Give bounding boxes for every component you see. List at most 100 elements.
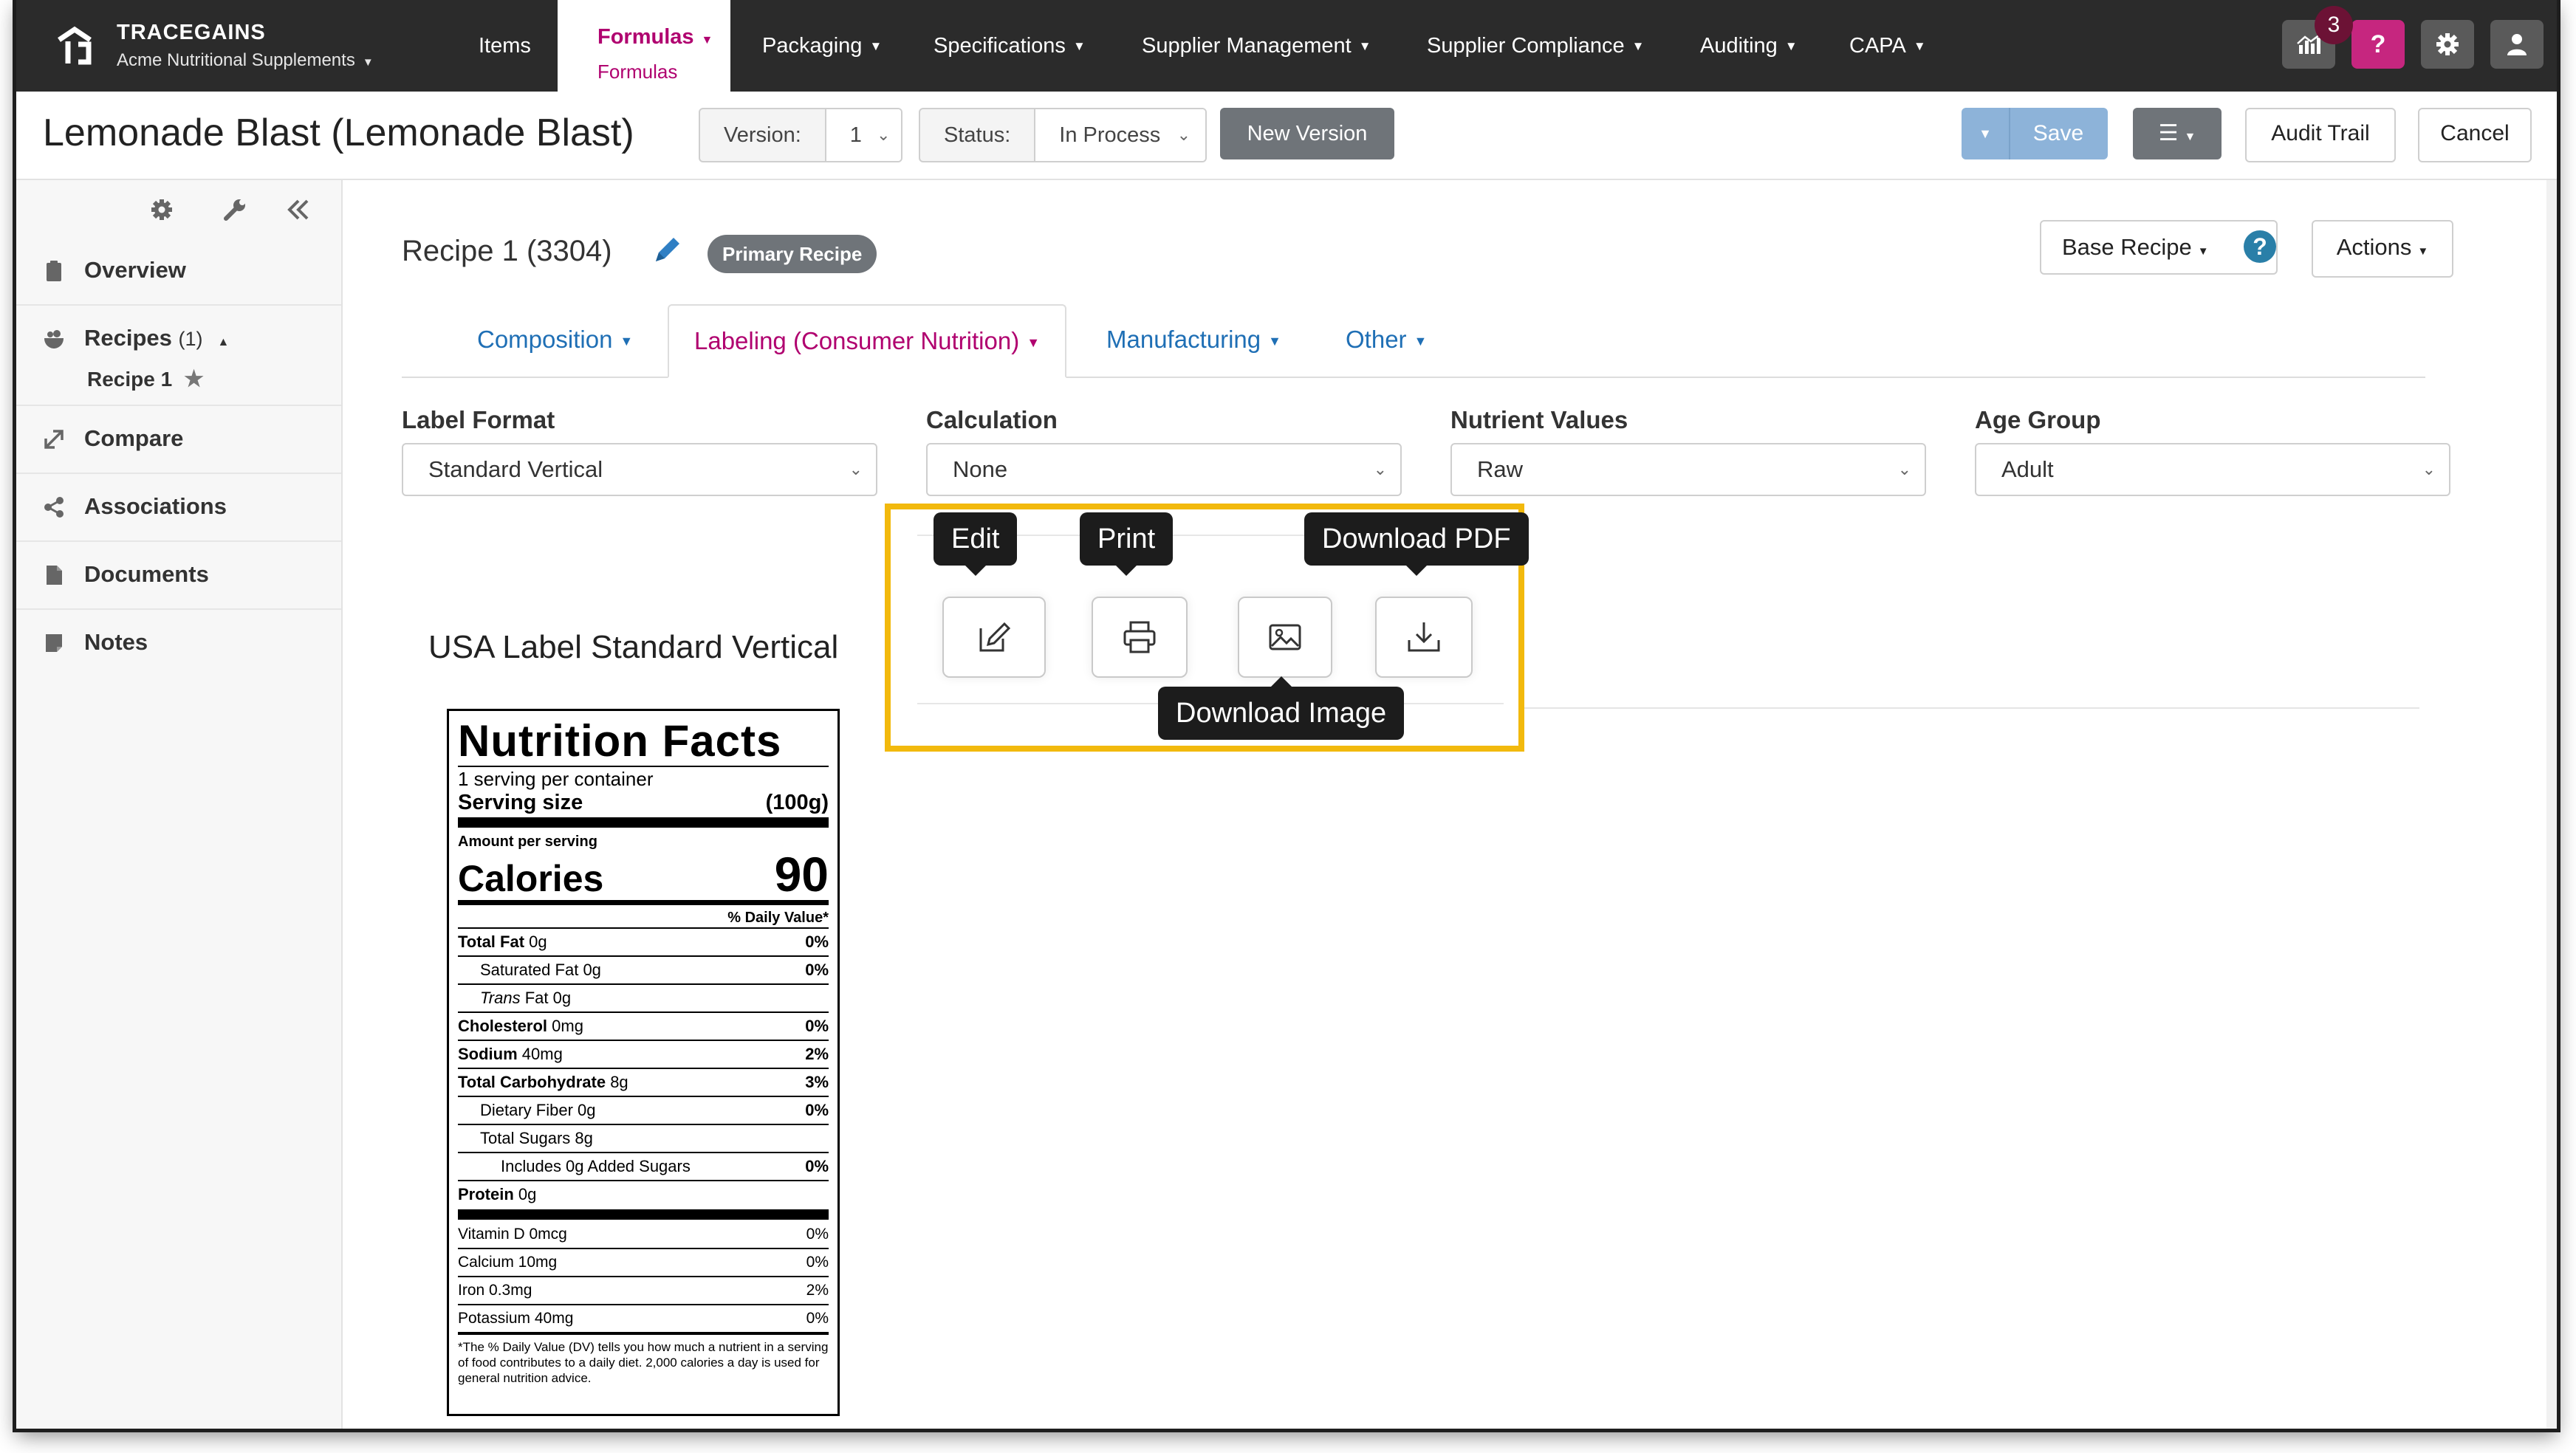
recipe-tabs: Composition ▼ Labeling (Consumer Nutritio… xyxy=(402,304,2425,378)
chevron-down-icon: ▼ xyxy=(1027,335,1041,351)
page-header: Lemonade Blast (Lemonade Blast) Version:… xyxy=(16,92,2557,180)
chevron-down-icon: ⌄ xyxy=(1176,126,1191,144)
clipboard-icon xyxy=(47,261,61,281)
collapse-sidebar-icon[interactable] xyxy=(285,195,312,224)
tab-manufacturing[interactable]: Manufacturing ▼ xyxy=(1106,304,1281,375)
chevron-down-icon: ▼ xyxy=(620,334,634,349)
chevron-down-icon: ▼ xyxy=(1268,334,1281,349)
nav-label: Packaging xyxy=(762,34,863,58)
nf-calories-value: 90 xyxy=(774,847,829,901)
nav-auditing[interactable]: Auditing ▼ xyxy=(1700,0,1798,92)
help-icon[interactable]: ? xyxy=(2244,230,2276,263)
nav-label: Supplier Management xyxy=(1142,34,1352,58)
nav-supplier-compliance[interactable]: Supplier Compliance ▼ xyxy=(1427,0,1644,92)
tab-labeling[interactable]: Labeling (Consumer Nutrition) ▼ xyxy=(668,304,1067,378)
download-image-button[interactable] xyxy=(1238,597,1332,678)
pencil-icon[interactable] xyxy=(651,233,684,266)
nutrient-values-select[interactable]: Raw ⌄ xyxy=(1450,443,1926,496)
sidebar-item-notes[interactable]: Notes xyxy=(16,610,341,676)
more-menu-button[interactable]: ☰ ▼ xyxy=(2133,108,2222,159)
cancel-button[interactable]: Cancel xyxy=(2418,108,2532,162)
image-icon xyxy=(1269,624,1301,650)
settings-button[interactable] xyxy=(2421,20,2474,69)
org-switcher[interactable]: Acme Nutritional Supplements ▼ xyxy=(117,50,374,71)
nav-specifications[interactable]: Specifications ▼ xyxy=(934,0,1086,92)
nav-label: CAPA xyxy=(1849,34,1906,58)
nf-calories-label: Calories xyxy=(458,858,604,899)
tracegains-logo-icon[interactable] xyxy=(52,19,97,68)
chevron-down-icon: ▼ xyxy=(2417,245,2429,258)
nav-packaging[interactable]: Packaging ▼ xyxy=(762,0,882,92)
nf-row: Saturated Fat 0g 0% xyxy=(458,957,829,985)
scrollbar[interactable] xyxy=(2546,180,2557,1429)
note-icon xyxy=(46,634,62,652)
save-button[interactable]: Save xyxy=(2009,108,2108,159)
sidebar-subitem-recipe-1[interactable]: Recipe 1 ★ xyxy=(87,366,204,392)
sidebar-item-label: Overview xyxy=(84,257,186,283)
calculation-label: Calculation xyxy=(926,406,1058,433)
age-group-select[interactable]: Adult ⌄ xyxy=(1975,443,2450,496)
sidebar-item-compare[interactable]: Compare xyxy=(16,406,341,474)
nav-label: Auditing xyxy=(1700,34,1778,58)
calculation-select[interactable]: None ⌄ xyxy=(926,443,1402,496)
actions-dropdown[interactable]: Actions ▼ xyxy=(2312,220,2453,278)
nf-vitamin-row: Potassium 40mg 0% xyxy=(458,1305,829,1335)
sidebar: Overview Recipes (1) ▲ Recipe 1 ★ Compare … xyxy=(16,180,343,1429)
edit-label-button[interactable] xyxy=(942,597,1046,678)
download-pdf-button[interactable] xyxy=(1375,597,1473,678)
wrench-icon[interactable] xyxy=(222,195,248,224)
new-version-button[interactable]: New Version xyxy=(1220,108,1394,159)
chevron-down-icon: ▼ xyxy=(1631,39,1645,54)
tab-other[interactable]: Other ▼ xyxy=(1346,304,1427,375)
nav-formulas[interactable]: Formulas ▼ Formulas xyxy=(558,0,730,92)
sidebar-item-recipes[interactable]: Recipes (1) ▲ Recipe 1 ★ xyxy=(16,306,341,406)
audit-trail-button[interactable]: Audit Trail xyxy=(2245,108,2396,162)
sidebar-item-overview[interactable]: Overview xyxy=(16,238,341,306)
app-window: TRACEGAINS Acme Nutritional Supplements ▼… xyxy=(16,0,2557,1429)
save-button-group: ▼ Save xyxy=(1962,108,2108,159)
nutrient-values-label: Nutrient Values xyxy=(1450,406,1628,433)
sidebar-item-associations[interactable]: Associations xyxy=(16,474,341,542)
chevron-down-icon: ▼ xyxy=(2184,131,2196,143)
nf-row: Sodium 40mg 2% xyxy=(458,1041,829,1069)
nav-label: Supplier Compliance xyxy=(1427,34,1625,58)
gear-icon[interactable] xyxy=(149,195,174,224)
top-navbar: TRACEGAINS Acme Nutritional Supplements ▼… xyxy=(16,0,2557,92)
nav-items[interactable]: Items xyxy=(479,0,531,92)
base-recipe-dropdown[interactable]: Base Recipe ▼ xyxy=(2040,220,2278,275)
select-value: Adult xyxy=(2001,456,2054,482)
nf-vitamin-row: Calcium 10mg 0% xyxy=(458,1249,829,1277)
nf-serving-size-value: (100g) xyxy=(765,791,829,814)
actions-label: Actions xyxy=(2336,234,2412,260)
brand-name[interactable]: TRACEGAINS xyxy=(117,21,266,45)
divider xyxy=(1502,707,2419,709)
version-label: Version: xyxy=(700,109,826,161)
nav-supplier-management[interactable]: Supplier Management ▼ xyxy=(1142,0,1371,92)
tooltip-download-image: Download Image xyxy=(1158,676,1405,740)
save-dropdown-toggle[interactable]: ▼ xyxy=(1962,108,2010,159)
chevron-down-icon: ⌄ xyxy=(876,126,891,144)
download-icon xyxy=(1408,622,1440,652)
tooltip-text: Download PDF xyxy=(1322,523,1511,554)
label-tools-highlight: Edit Print Download PDF Download Image xyxy=(885,504,1529,752)
status-select[interactable]: Status: In Process ⌄ xyxy=(919,108,1207,162)
analytics-icon xyxy=(2297,34,2320,54)
chevron-down-icon: ▼ xyxy=(1913,39,1926,54)
version-select[interactable]: Version: 1 ⌄ xyxy=(699,108,902,162)
tab-composition[interactable]: Composition ▼ xyxy=(477,304,633,375)
age-group-label: Age Group xyxy=(1975,406,2101,433)
sidebar-item-label: Documents xyxy=(84,561,209,587)
recipe-count: (1) xyxy=(178,328,203,350)
base-recipe-label: Base Recipe xyxy=(2062,234,2192,260)
star-icon[interactable]: ★ xyxy=(184,367,204,391)
user-menu-button[interactable] xyxy=(2490,20,2544,69)
nav-capa[interactable]: CAPA ▼ xyxy=(1849,0,1926,92)
help-button[interactable]: ? xyxy=(2351,20,2405,69)
tooltip-text: Edit xyxy=(951,523,1000,554)
nf-row: Trans Fat 0g xyxy=(458,985,829,1013)
label-format-select[interactable]: Standard Vertical ⌄ xyxy=(402,443,877,496)
chevron-down-icon: ▼ xyxy=(1072,39,1086,54)
print-label-button[interactable] xyxy=(1092,597,1188,678)
sidebar-item-documents[interactable]: Documents xyxy=(16,542,341,610)
tooltip-text: Download Image xyxy=(1176,698,1387,729)
